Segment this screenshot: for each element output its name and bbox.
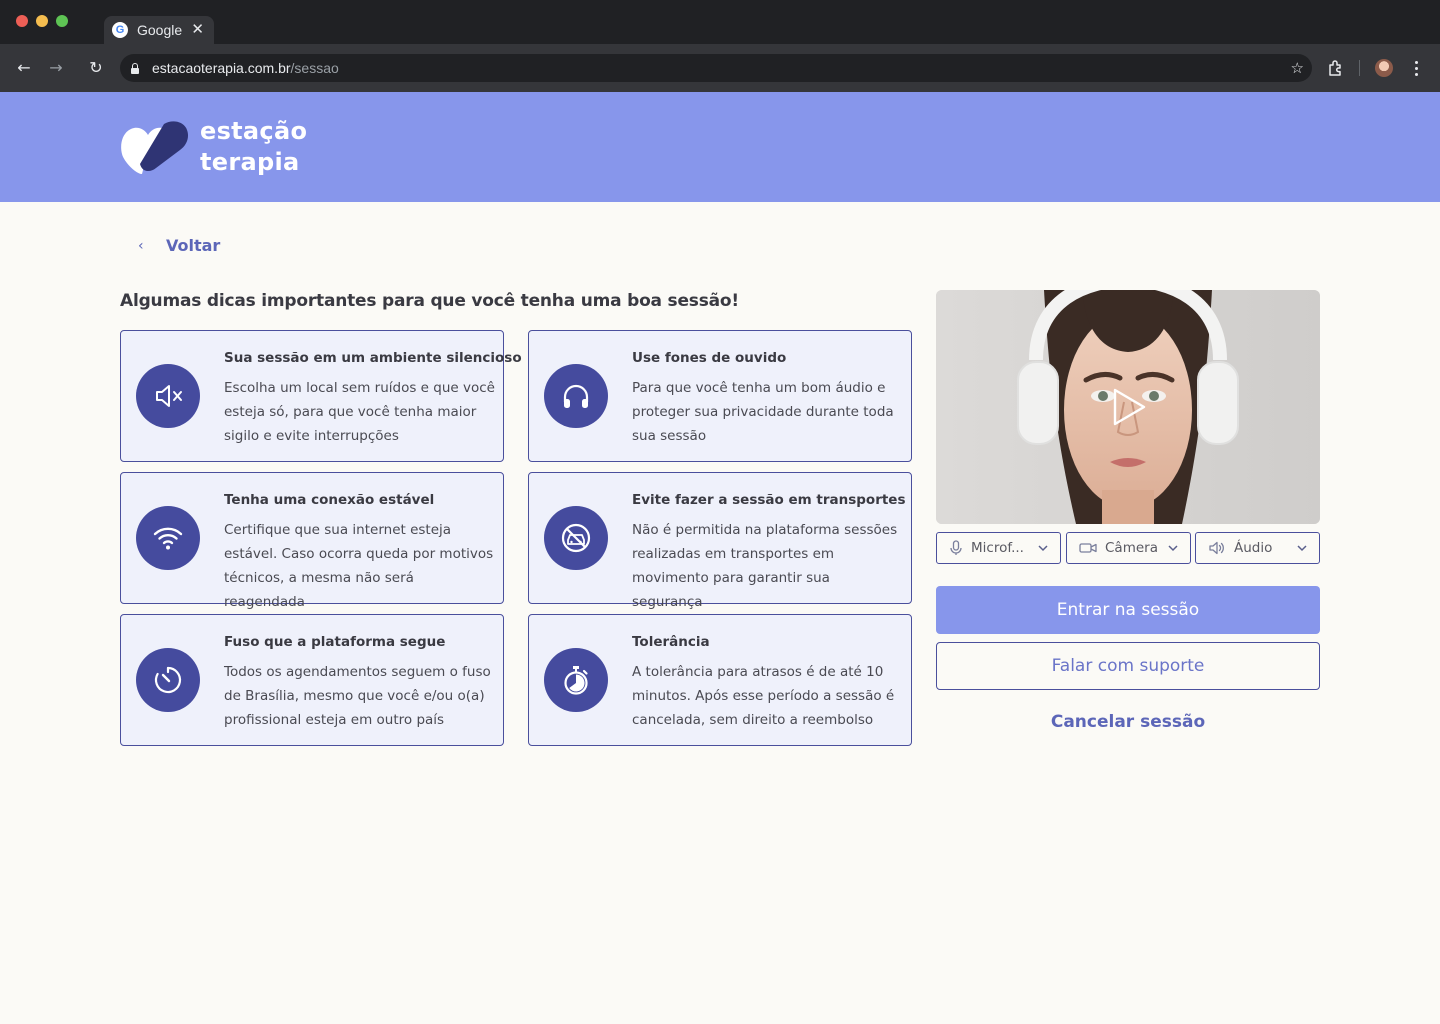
google-favicon-icon: G	[112, 22, 128, 38]
microphone-label: Microf...	[971, 540, 1024, 556]
window-close-button[interactable]	[16, 15, 28, 27]
stopwatch-icon	[544, 648, 608, 712]
audio-select[interactable]: Áudio	[1195, 532, 1320, 564]
tip-card-headphones: Use fones de ouvido Para que você tenha …	[528, 330, 912, 462]
tip-card-timezone: Fuso que a plataforma segue Todos os age…	[120, 614, 504, 746]
tab-title: Google	[137, 22, 183, 38]
forward-arrow-icon[interactable]: →	[45, 57, 67, 79]
tip-card-connection: Tenha uma conexão estável Certifique que…	[120, 472, 504, 610]
tip-title: Sua sessão em um ambiente silencioso	[224, 350, 522, 366]
play-icon[interactable]	[1111, 387, 1147, 427]
enter-session-button[interactable]: Entrar na sessão	[936, 586, 1320, 634]
url-host: estacaoterapia.com.br	[152, 60, 291, 76]
address-bar[interactable]: estacaoterapia.com.br/sessao ☆	[120, 54, 1312, 82]
chevron-down-icon	[1168, 545, 1178, 552]
chevron-left-icon: ‹	[138, 237, 144, 254]
window-minimize-button[interactable]	[36, 15, 48, 27]
speaker-icon	[1209, 541, 1224, 555]
window-maximize-button[interactable]	[56, 15, 68, 27]
tip-description: Para que você tenha um bom áudio e prote…	[632, 380, 894, 444]
audio-label: Áudio	[1234, 540, 1273, 556]
tip-description: Não é permitida na plataforma sessões re…	[632, 522, 898, 610]
back-link[interactable]: ‹ Voltar	[138, 236, 220, 255]
contact-support-button[interactable]: Falar com suporte	[936, 642, 1320, 690]
page-title: Algumas dicas importantes para que você …	[120, 291, 739, 311]
clock-icon	[136, 648, 200, 712]
tab-close-icon[interactable]: ✕	[191, 21, 204, 39]
microphone-select[interactable]: Microf...	[936, 532, 1061, 564]
wifi-icon	[136, 506, 200, 570]
tip-card-tolerance: Tolerância A tolerância para atrasos é d…	[528, 614, 912, 746]
brand-logo[interactable]: estação terapia	[120, 116, 307, 178]
heart-logo-icon	[121, 121, 189, 174]
profile-avatar[interactable]	[1375, 59, 1393, 77]
tip-description: Certifique que sua internet esteja estáv…	[224, 522, 494, 610]
back-label: Voltar	[166, 236, 221, 255]
tab-strip: G Google ✕	[0, 0, 1440, 44]
brand-name-line1: estação	[200, 117, 308, 145]
tip-title: Tenha uma conexão estável	[224, 492, 435, 508]
browser-chrome: G Google ✕ ← → ↻ estacaoterapia.com.br/s…	[0, 0, 1440, 92]
brand-name-line2: terapia	[200, 148, 300, 176]
chevron-down-icon	[1038, 545, 1048, 552]
camera-icon	[1079, 543, 1097, 553]
browser-tab[interactable]: G Google ✕	[104, 16, 214, 44]
extensions-puzzle-icon[interactable]	[1326, 58, 1346, 78]
toolbar-separator	[1359, 60, 1360, 76]
url-path: /sessao	[290, 60, 339, 76]
tip-title: Use fones de ouvido	[632, 350, 787, 366]
brand-name: estação terapia	[200, 116, 307, 178]
camera-label: Câmera	[1105, 540, 1158, 556]
tip-card-quiet: Sua sessão em um ambiente silencioso Esc…	[120, 330, 522, 462]
cancel-session-link[interactable]: Cancelar sessão	[936, 708, 1320, 736]
tip-title: Evite fazer a sessão em transportes	[632, 492, 906, 508]
tip-title: Fuso que a plataforma segue	[224, 634, 446, 650]
tip-card-transport: Evite fazer a sessão em transportes Não …	[528, 472, 912, 610]
no-car-icon	[544, 506, 608, 570]
microphone-icon	[950, 540, 962, 555]
reload-icon[interactable]: ↻	[85, 57, 107, 79]
camera-select[interactable]: Câmera	[1066, 532, 1191, 564]
browser-menu-icon[interactable]	[1408, 58, 1424, 78]
lock-icon	[130, 62, 140, 74]
chevron-down-icon	[1297, 545, 1307, 552]
bookmark-star-icon[interactable]: ☆	[1291, 58, 1304, 78]
tip-title: Tolerância	[632, 634, 710, 650]
speaker-muted-icon	[136, 364, 200, 428]
back-arrow-icon[interactable]: ←	[13, 57, 35, 79]
tip-description: Todos os agendamentos seguem o fuso de B…	[224, 664, 491, 728]
site-header: estação terapia	[0, 92, 1440, 202]
headphones-icon	[544, 364, 608, 428]
video-preview[interactable]	[936, 290, 1320, 524]
tip-description: Escolha um local sem ruídos e que você e…	[224, 380, 495, 444]
tip-description: A tolerância para atrasos é de até 10 mi…	[632, 664, 895, 728]
